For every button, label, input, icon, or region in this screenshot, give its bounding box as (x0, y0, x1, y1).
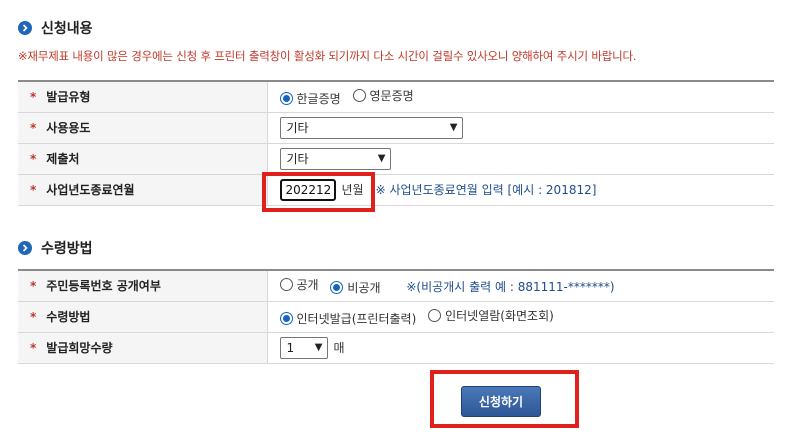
label-submit-to: 제출처 (46, 152, 80, 166)
row-purpose: * 사용용도 기타 ▼ (18, 112, 774, 144)
row-submit-to: * 제출처 기타 ▼ (18, 143, 774, 175)
required-mark: * (30, 310, 37, 324)
required-mark: * (30, 121, 37, 135)
submit-to-select[interactable]: 기타 ▼ (279, 147, 391, 170)
label-issue-type: 발급유형 (46, 90, 91, 105)
label-fiscal-end: 사업년도종료연월 (46, 183, 135, 197)
required-mark: * (30, 183, 37, 197)
label-rrn-disclosure: 주민등록번호 공개여부 (46, 279, 161, 294)
radio-korean-cert[interactable]: 한글증명 (279, 90, 341, 107)
fiscal-end-hint: ※ 사업년도종료연월 입력 [예시 : 201812] (375, 182, 597, 197)
notice-text: ※재무제표 내용이 많은 경우에는 신청 후 프린터 출력창이 활성화 되기까지… (18, 49, 637, 63)
required-mark: * (30, 279, 37, 294)
chevron-right-icon (18, 241, 32, 255)
chevron-right-icon (18, 21, 32, 35)
row-quantity: * 발급희망수량 1 ▼ 매 (18, 332, 774, 364)
required-mark: * (30, 90, 37, 105)
highlight-fiscal-end (262, 172, 375, 212)
purpose-select[interactable]: 기타 ▼ (279, 116, 463, 139)
receive-form-table: * 주민등록번호 공개여부 공개 비공개 ※(비공개시 출력 예 : 881111… (18, 269, 774, 364)
radio-internet-issue[interactable]: 인터넷발급(프린터출력) (279, 310, 416, 327)
chevron-down-icon: ▼ (314, 342, 323, 353)
radio-english-cert[interactable]: 영문증명 (352, 87, 414, 104)
radio-nondisclose[interactable]: 비공개 (330, 279, 381, 296)
section-title-application: 신청내용 (18, 18, 93, 38)
section-title-receive: 수령방법 (18, 238, 93, 258)
row-receive-method: * 수령방법 인터넷발급(프린터출력) 인터넷열람(화면조회) (18, 301, 774, 333)
radio-disclose[interactable]: 공개 (279, 276, 319, 293)
chevron-down-icon: ▼ (449, 122, 458, 133)
submit-button[interactable]: 신청하기 (461, 386, 541, 417)
row-rrn-disclosure: * 주민등록번호 공개여부 공개 비공개 ※(비공개시 출력 예 : 881111… (18, 270, 774, 302)
label-receive-method: 수령방법 (46, 310, 91, 324)
rrn-hint: ※(비공개시 출력 예 : 881111-*******) (406, 279, 615, 294)
row-fiscal-end: * 사업년도종료연월 202212 년월 ※ 사업년도종료연월 입력 [예시 : 20… (18, 174, 774, 206)
section-title-label: 신청내용 (41, 21, 93, 37)
section-title-label: 수령방법 (41, 241, 93, 257)
chevron-down-icon: ▼ (377, 153, 386, 164)
quantity-unit: 매 (333, 340, 345, 355)
label-purpose: 사용용도 (46, 121, 91, 135)
label-quantity: 발급희망수량 (46, 341, 113, 355)
quantity-select[interactable]: 1 ▼ (279, 336, 328, 359)
radio-internet-view[interactable]: 인터넷열람(화면조회) (428, 307, 554, 324)
row-issue-type: * 발급유형 한글증명 영문증명 (18, 81, 774, 113)
application-form-table: * 발급유형 한글증명 영문증명 * 사용용도 기타 ▼ * 제출처 기타 ▼ * 사업년도… (18, 80, 774, 206)
required-mark: * (30, 341, 37, 355)
required-mark: * (30, 152, 37, 166)
